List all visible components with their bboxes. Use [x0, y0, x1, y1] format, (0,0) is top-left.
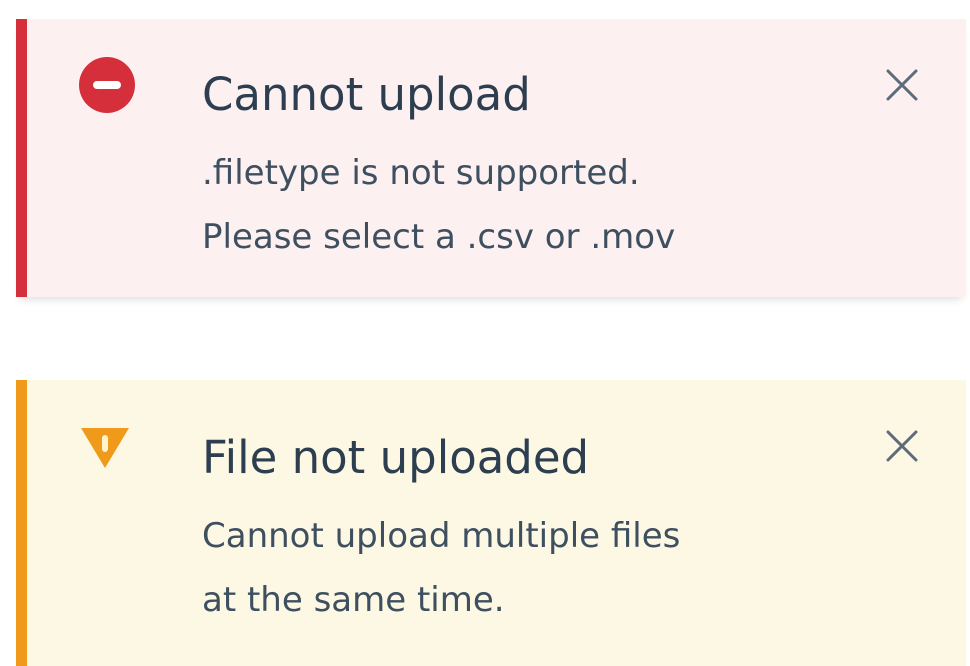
warning-alert: File not uploaded Cannot upload multiple…	[16, 380, 966, 666]
alert-message-line: at the same time.	[202, 580, 505, 620]
error-circle-icon	[77, 55, 137, 115]
close-button[interactable]	[880, 63, 924, 107]
alert-message-line: .filetype is not supported.	[202, 153, 640, 193]
warning-triangle-icon	[78, 424, 132, 472]
close-icon	[880, 63, 924, 107]
alert-title: Cannot upload	[202, 68, 531, 121]
alert-message: Cannot upload multiple files at the same…	[202, 504, 822, 632]
alert-title: File not uploaded	[202, 431, 590, 484]
close-icon	[880, 424, 924, 468]
close-button[interactable]	[880, 424, 924, 468]
alert-message-line: Please select a .csv or .mov	[202, 217, 676, 257]
alert-message-line: Cannot upload multiple files	[202, 516, 681, 556]
error-alert: Cannot upload .filetype is not supported…	[16, 19, 966, 297]
alert-message: .filetype is not supported. Please selec…	[202, 141, 822, 269]
